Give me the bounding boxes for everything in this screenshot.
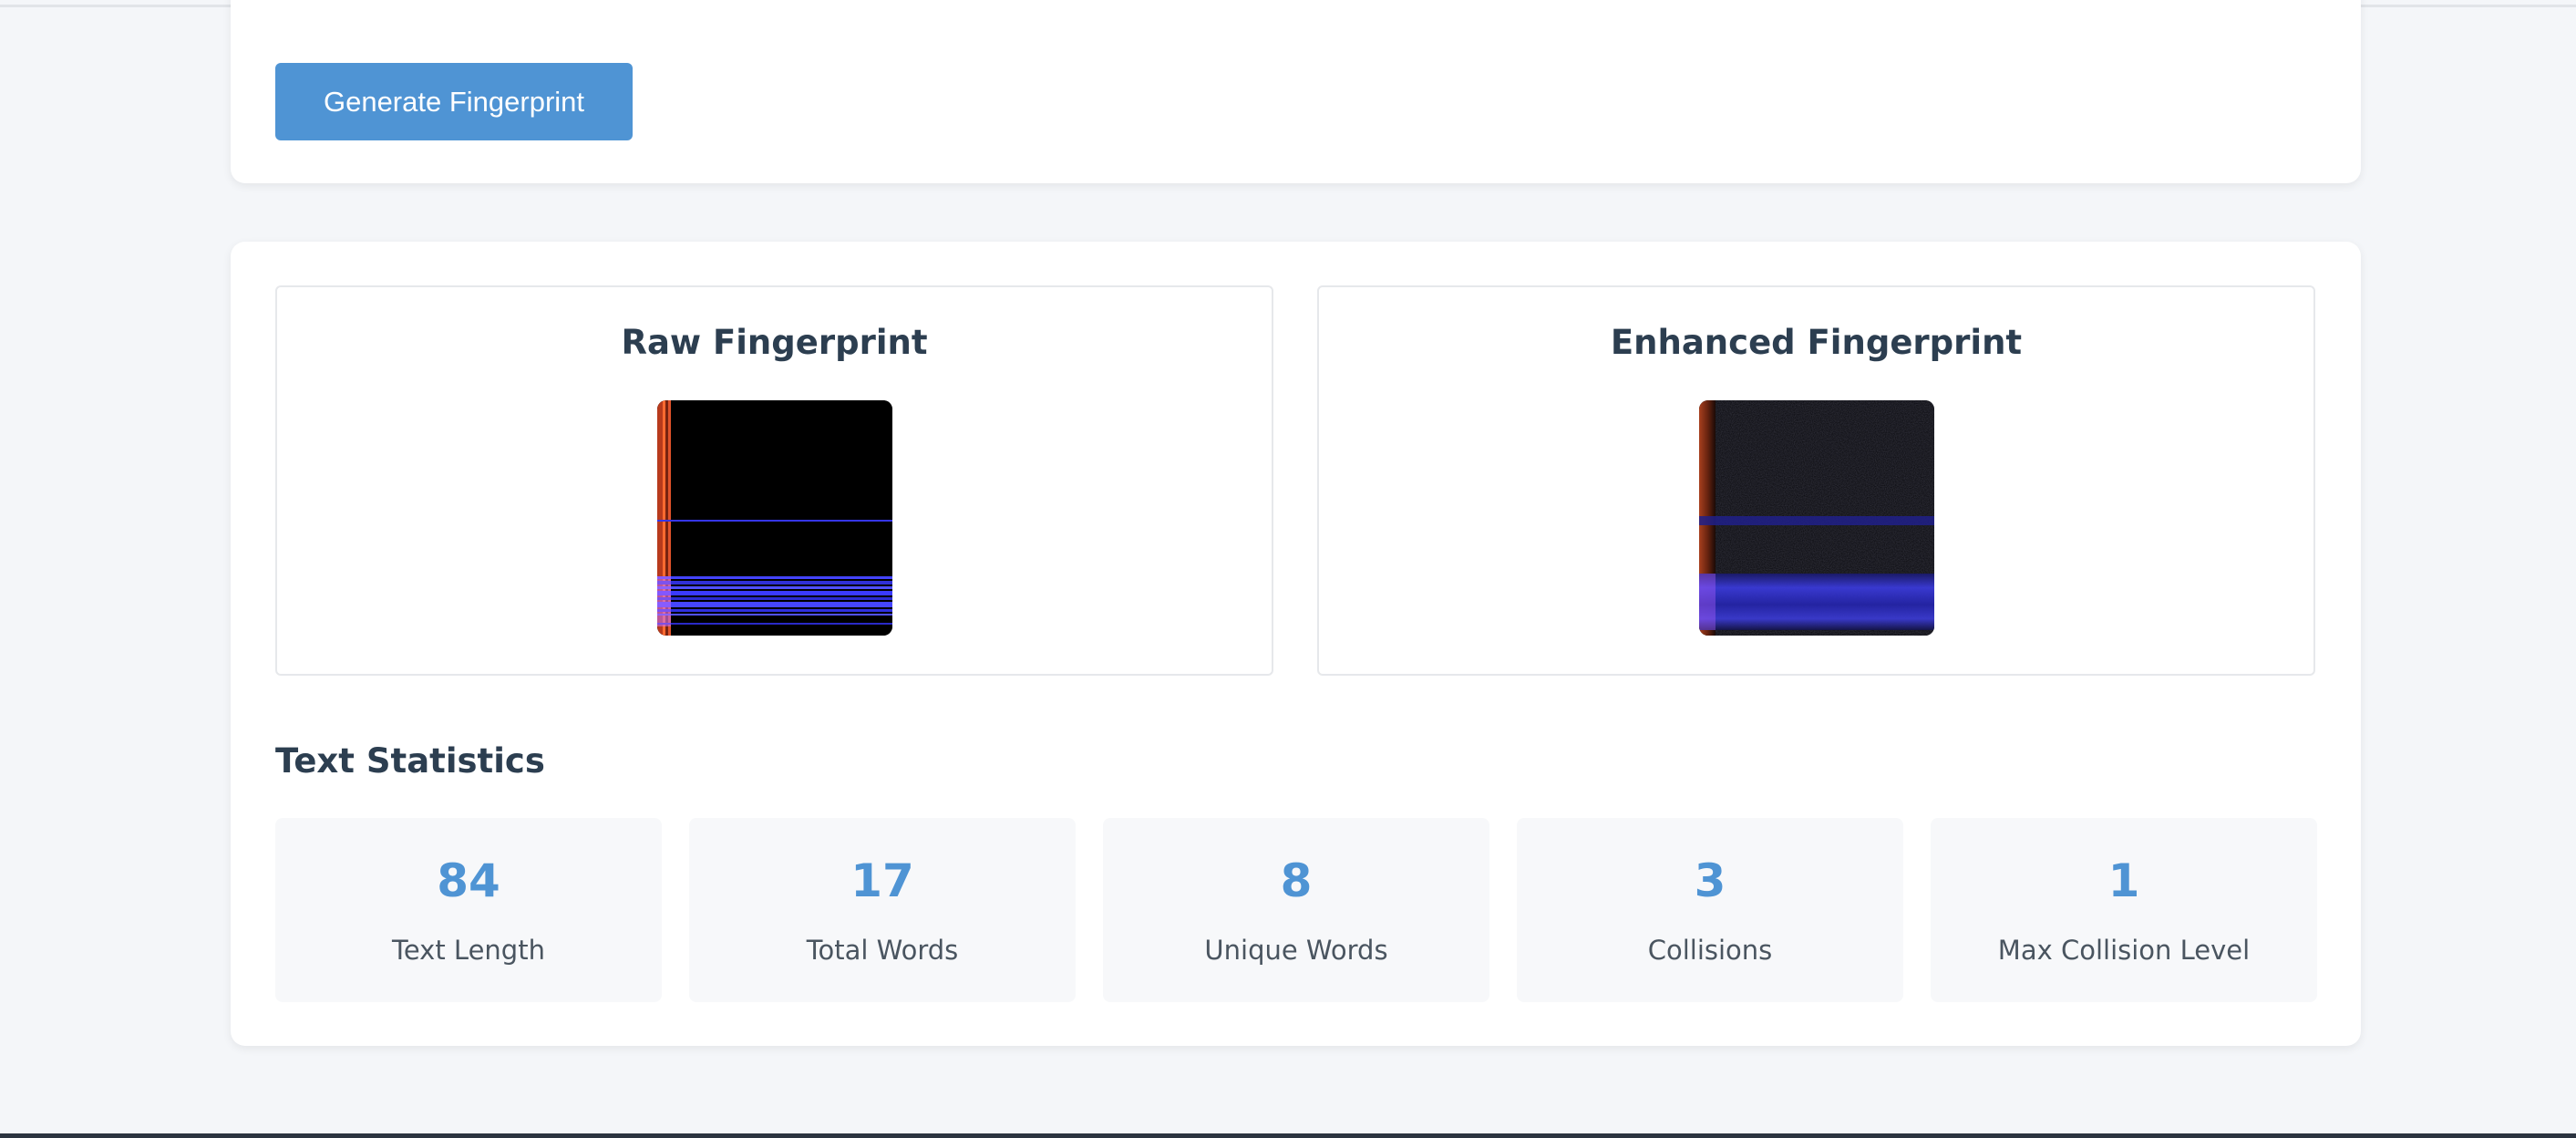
stat-value: 17: [850, 854, 914, 907]
enhanced-fingerprint-title: Enhanced Fingerprint: [1610, 323, 2023, 362]
raw-fingerprint-title: Raw Fingerprint: [621, 323, 928, 362]
enhanced-fingerprint-panel: Enhanced Fingerprint: [1317, 285, 2315, 676]
stat-label: Total Words: [806, 935, 959, 966]
raw-fingerprint-panel: Raw Fingerprint: [275, 285, 1273, 676]
bottom-divider: [0, 1133, 2576, 1138]
stat-value: 1: [2107, 854, 2140, 907]
stat-label: Unique Words: [1204, 935, 1388, 966]
stat-card-total-words: 17 Total Words: [689, 818, 1076, 1002]
results-card: Raw Fingerprint Enhanced Fingerprint Tex…: [231, 242, 2361, 1046]
controls-card: Generate Fingerprint: [231, 0, 2361, 183]
stat-label: Text Length: [392, 935, 545, 966]
stat-value: 84: [437, 854, 500, 907]
stat-card-text-length: 84 Text Length: [275, 818, 662, 1002]
raw-fingerprint-image: [657, 400, 892, 636]
stat-value: 8: [1280, 854, 1313, 907]
stat-value: 3: [1694, 854, 1726, 907]
stat-card-collisions: 3 Collisions: [1517, 818, 1903, 1002]
stat-label: Collisions: [1647, 935, 1773, 966]
generate-fingerprint-button[interactable]: Generate Fingerprint: [275, 63, 633, 140]
stat-card-unique-words: 8 Unique Words: [1103, 818, 1489, 1002]
stat-card-max-collision-level: 1 Max Collision Level: [1931, 818, 2317, 1002]
stat-label: Max Collision Level: [1997, 935, 2251, 966]
enhanced-fingerprint-image: [1699, 400, 1934, 636]
text-statistics-heading: Text Statistics: [275, 741, 545, 781]
